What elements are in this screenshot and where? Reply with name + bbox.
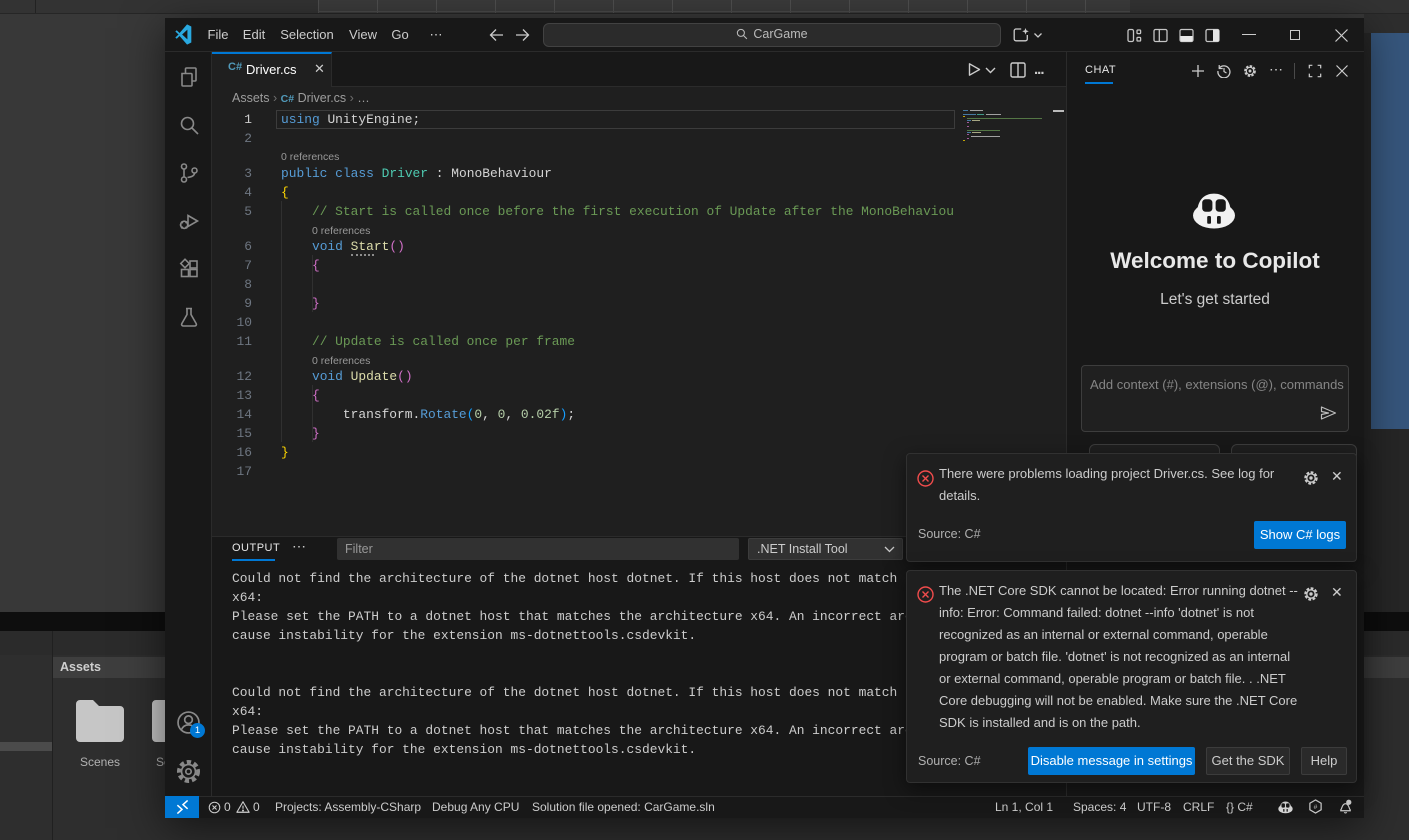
svg-text:#: # <box>1314 804 1318 811</box>
